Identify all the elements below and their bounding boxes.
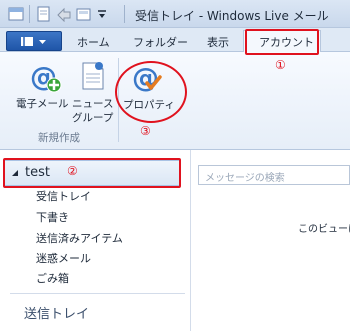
annotation-box-account-tab [245, 29, 319, 55]
window-title: 受信トレイ - Windows Live メール [135, 9, 329, 23]
search-placeholder: メッセージの検索 [205, 173, 285, 184]
folder-sent[interactable]: 送信済みアイテム [36, 230, 123, 246]
titlebar-separator [29, 5, 30, 23]
empty-view-message: このビューに [298, 224, 350, 235]
tab-home[interactable]: ホーム [77, 34, 110, 50]
file-menu-button[interactable] [6, 31, 62, 51]
folder-junk[interactable]: 迷惑メール [36, 250, 91, 266]
newsgroup-icon[interactable] [78, 60, 108, 92]
newsgroup-label-line1[interactable]: ニュース [72, 96, 113, 111]
email-account-add-icon[interactable]: @ [28, 60, 62, 94]
folder-inbox[interactable]: 受信トレイ [36, 188, 91, 204]
send-receive-icon[interactable] [76, 6, 92, 22]
new-message-icon[interactable] [36, 6, 52, 22]
menu-icon [21, 37, 46, 46]
annotation-number-2: ② [67, 164, 78, 178]
annotation-number-3: ③ [140, 124, 151, 138]
group-caption-new: 新規作成 [38, 132, 80, 144]
app-icon[interactable] [8, 6, 24, 22]
annotation-box-account [3, 158, 181, 188]
reply-icon[interactable] [56, 6, 72, 22]
titlebar-separator [124, 5, 125, 23]
folder-pane-separator [10, 293, 185, 294]
annotation-number-1: ① [275, 58, 286, 72]
newsgroup-label-line2[interactable]: グループ [72, 110, 113, 125]
tab-folder[interactable]: フォルダー [133, 34, 188, 50]
email-button-label[interactable]: 電子メール [16, 96, 69, 111]
search-input[interactable]: メッセージの検索 [198, 165, 350, 185]
folder-trash[interactable]: ごみ箱 [36, 270, 69, 286]
quick-access-dropdown-icon[interactable] [96, 6, 108, 22]
title-bar: 受信トレイ - Windows Live メール [0, 0, 350, 28]
outbox-section-title[interactable]: 送信トレイ [24, 303, 89, 322]
folder-drafts[interactable]: 下書き [36, 209, 69, 225]
annotation-oval-properties [115, 61, 187, 123]
tab-view[interactable]: 表示 [207, 34, 229, 50]
